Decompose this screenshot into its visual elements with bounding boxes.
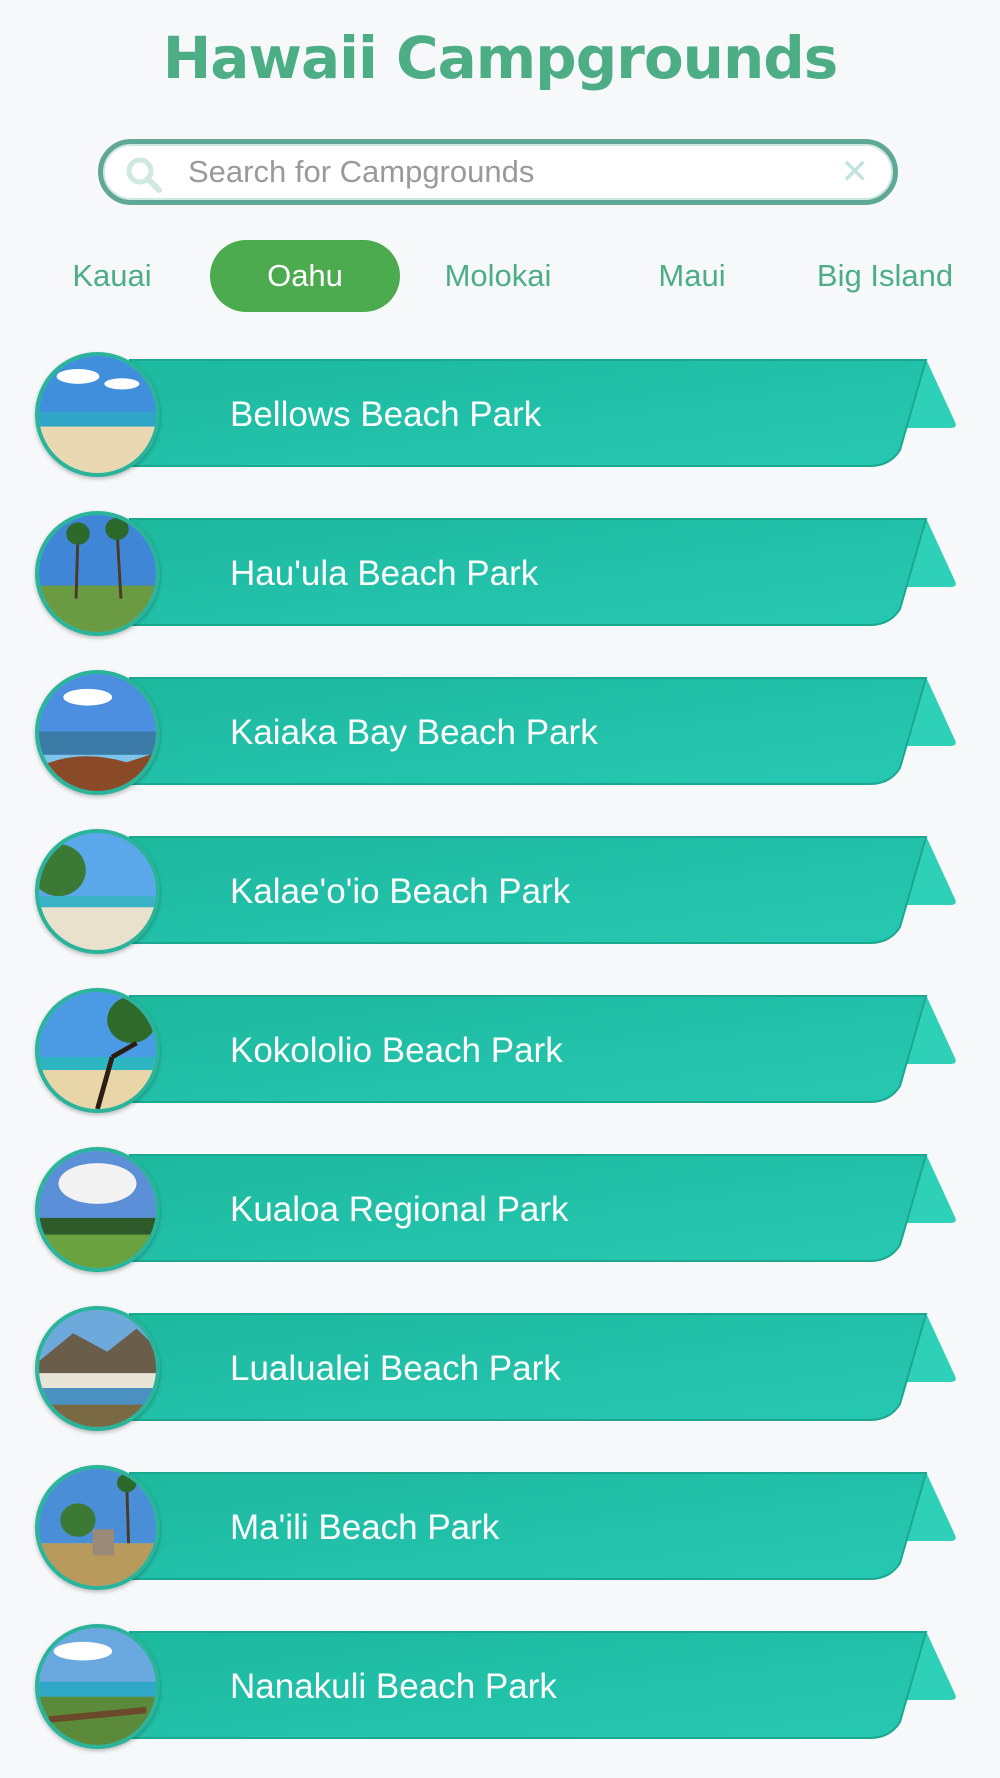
campground-row[interactable]: Kaiaka Bay Beach Park [0, 670, 1000, 800]
campground-photo [35, 988, 160, 1113]
campground-photo [35, 1624, 160, 1749]
campground-row[interactable]: Kualoa Regional Park [0, 1147, 1000, 1277]
campground-photo [35, 1147, 160, 1272]
campground-row[interactable]: Kalae'o'io Beach Park [0, 829, 1000, 959]
campground-name: Hau'ula Beach Park [230, 554, 539, 593]
campground-name: Bellows Beach Park [230, 395, 542, 434]
campground-photo [35, 1465, 160, 1590]
campground-name: Kualoa Regional Park [230, 1190, 569, 1229]
campground-photo [35, 670, 160, 795]
tab-molokai[interactable]: Molokai [408, 240, 588, 312]
page-title: Hawaii Campgrounds [162, 24, 839, 92]
campground-name: Nanakuli Beach Park [230, 1667, 557, 1706]
campground-name: Kalae'o'io Beach Park [230, 872, 571, 911]
search-input[interactable] [188, 154, 808, 190]
tab-maui[interactable]: Maui [602, 240, 782, 312]
search-bar[interactable]: ✕ [98, 139, 898, 205]
campground-row[interactable]: Kokololio Beach Park [0, 988, 1000, 1118]
campground-row[interactable]: Ma'ili Beach Park [0, 1465, 1000, 1595]
clear-search-icon[interactable]: ✕ [841, 154, 870, 190]
campground-photo [35, 352, 160, 477]
campground-row[interactable]: Lualualei Beach Park [0, 1306, 1000, 1436]
campground-name: Lualualei Beach Park [230, 1349, 561, 1388]
campground-row[interactable]: Nanakuli Beach Park [0, 1624, 1000, 1754]
campground-photo [35, 829, 160, 954]
ribbon-banner [129, 1472, 956, 1580]
campground-photo [35, 1306, 160, 1431]
search-icon [126, 157, 162, 193]
campground-photo [35, 511, 160, 636]
campground-row[interactable]: Bellows Beach Park [0, 352, 1000, 482]
island-tabs: Kauai Oahu Molokai Maui Big Island [0, 240, 1000, 312]
campground-name: Ma'ili Beach Park [230, 1508, 500, 1547]
tab-oahu[interactable]: Oahu [210, 240, 400, 312]
tab-kauai[interactable]: Kauai [23, 240, 201, 312]
campground-name: Kokololio Beach Park [230, 1031, 563, 1070]
campground-row[interactable]: Hau'ula Beach Park [0, 511, 1000, 641]
tab-big-island[interactable]: Big Island [800, 240, 970, 312]
campground-name: Kaiaka Bay Beach Park [230, 713, 598, 752]
